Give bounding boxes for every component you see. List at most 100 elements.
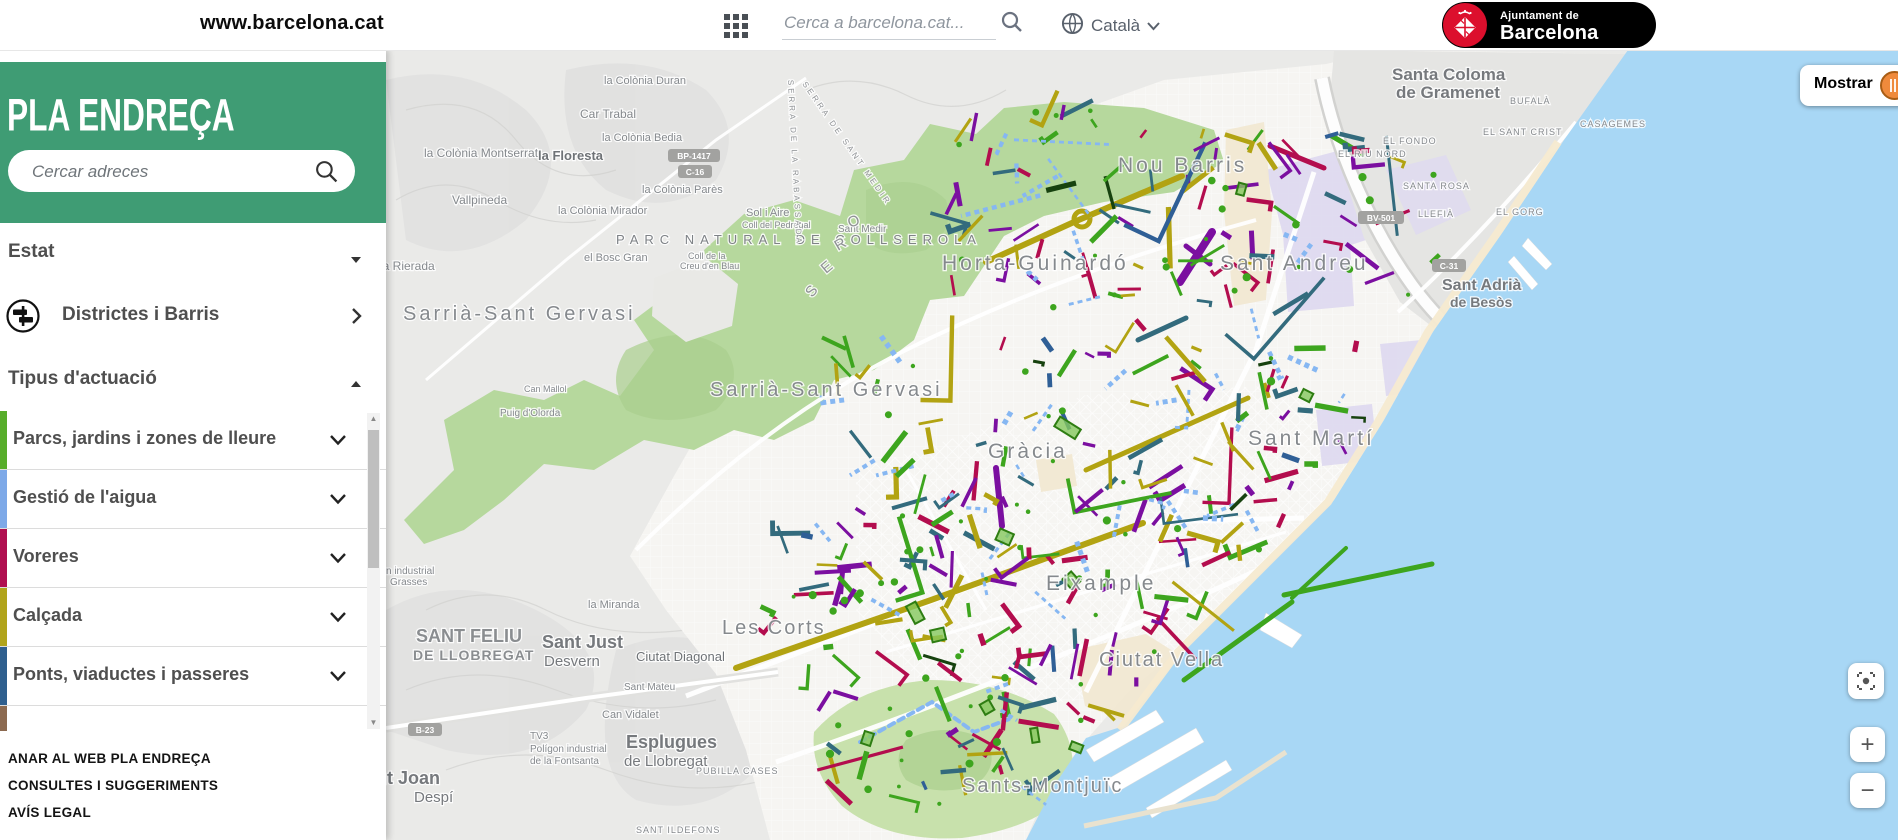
category-scrollbar[interactable]: ▲ ▼ [367,413,380,729]
map-place-label: la Colònia Duran [604,75,686,87]
map-place-label: EL FONDO [1383,136,1437,146]
map-place-label: la Colònia Bedia [602,132,683,144]
category-item[interactable]: Ponts, viaductes i passeres [0,647,386,706]
map-place-label: Les Corts [722,617,826,639]
search-icon[interactable] [314,159,339,189]
section-tipus-actuacio[interactable]: Tipus d'actuació [0,349,386,412]
basemap[interactable]: BP-1417C-16BV-501C-31B-23 Sarrià-Sant Ge… [386,50,1898,840]
map-place-label: Sant Mateu [624,682,675,693]
map-place-label: nt Joan [386,768,440,788]
caret-down-icon [350,251,362,269]
logo-line-2: Barcelona [1500,22,1599,45]
svg-text:BV-501: BV-501 [1367,213,1396,223]
road-shield: BP-1417 [668,149,720,162]
map-place-label: la Colònia Mirador [558,205,648,217]
apps-grid-icon[interactable] [724,14,750,40]
map-place-label: Despí [414,789,454,806]
section-label: Estat [8,241,54,263]
map-place-label: la Rierada [386,259,435,273]
zoom-in-button[interactable]: + [1850,727,1885,762]
map-place-label: Car Trabal [580,107,636,121]
plan-title: PLA ENDREÇA [7,90,235,142]
map-place-label: Desvern [544,653,600,670]
map-place-label: SANTA ROSA [1403,181,1470,191]
map-place-label: Grasses [390,577,427,588]
map-place-label: PUBILLA CASES [696,766,779,776]
map-place-label: Vallpineda [452,193,507,207]
category-list: Parcs, jardins i zones de lleure Gestió d… [0,411,386,731]
category-color-bar [0,470,7,528]
map-place-label: Can Vidalet [602,709,659,721]
map-place-label: EL RIU NORD [1338,149,1407,159]
map-place-label: el Bosc Gran [584,252,648,264]
sidebar-footer-link[interactable]: CONSULTES I SUGGERIMENTS [8,777,378,794]
sidebar-header: PLA ENDREÇA [0,62,386,223]
scroll-down-arrow[interactable]: ▼ [367,717,380,729]
mostrar-legend-button[interactable]: Mostrar [1800,65,1898,106]
language-selector[interactable]: Català [1061,12,1160,40]
language-label: Català [1091,16,1140,36]
category-label: Parcs, jardins i zones de lleure [13,428,276,449]
map-place-label: TV3 [530,731,549,742]
category-item[interactable]: Gestió de l'aigua [0,470,386,529]
road-shield: C-16 [678,165,712,178]
map-place-label: Esplugues [626,732,717,752]
chevron-down-icon [330,612,346,623]
map-place-label: Polígon industrial [530,744,607,755]
global-search-input[interactable] [782,7,996,40]
category-item[interactable] [0,706,386,731]
category-item[interactable]: Calçada [0,588,386,647]
map-place-label: la Floresta [538,148,604,163]
category-item[interactable]: Parcs, jardins i zones de lleure [0,411,386,470]
map-place-label: Eixample [1046,572,1156,595]
category-color-bar [0,529,7,587]
svg-text:B-23: B-23 [416,725,435,735]
category-color-bar [0,588,7,646]
sidebar-footer-link[interactable]: AVÍS LEGAL [8,804,378,821]
chevron-down-icon [330,553,346,564]
map-place-label: Can Mallol [524,384,567,394]
map-place-label: Sarrià-Sant Gervasi [710,379,943,401]
map-place-label: Ciutat Diagonal [636,649,725,664]
signpost-icon [5,298,41,339]
map-place-label: Sol i Aire [746,207,789,219]
sidebar: PLA ENDREÇA Estat Districtes i Barris [0,50,386,840]
section-districtes[interactable]: Districtes i Barris [0,283,386,350]
map-place-label: CASAGEMES [1580,119,1646,129]
category-item[interactable]: Voreres [0,529,386,588]
category-color-bar [0,706,7,731]
category-label: Gestió de l'aigua [13,487,156,508]
zoom-out-button[interactable]: − [1850,773,1885,808]
section-label: Tipus d'actuació [8,368,157,390]
pla-endreca-badge-icon [1880,71,1898,100]
sidebar-footer-link[interactable]: ANAR AL WEB PLA ENDREÇA [8,750,378,767]
map-place-label: Horta-Guinardó [942,252,1129,275]
locate-button[interactable] [1848,663,1884,699]
category-label: Calçada [13,605,82,626]
map-place-label: Sants-Montjuïc [962,775,1123,797]
map-place-label: n industrial [386,566,434,577]
svg-text:BP-1417: BP-1417 [677,151,711,161]
scrollbar-thumb[interactable] [368,430,379,568]
map-area[interactable]: BP-1417C-16BV-501C-31B-23 Sarrià-Sant Ge… [386,50,1898,840]
scroll-up-arrow[interactable]: ▲ [367,413,380,425]
section-estat[interactable]: Estat [0,225,386,284]
search-icon[interactable] [1000,10,1024,39]
map-place-label: BUFALÀ [1510,96,1551,106]
barcelona-crest-icon [1443,3,1487,47]
map-place-label: Creu d'en Blau [680,261,739,271]
chevron-down-icon [1147,16,1160,36]
ajuntament-logo[interactable]: Ajuntament de Barcelona [1442,2,1656,48]
map-place-label: SANT FELIU [416,626,522,646]
map-place-label: Sant Martí [1248,427,1375,450]
category-label: Voreres [13,546,79,567]
map-place-label: EL GORG [1496,207,1544,217]
category-color-bar [0,411,7,469]
chevron-down-icon [330,671,346,682]
map-place-label: Sarrià-Sant Gervasi [403,303,636,325]
top-bar: www.barcelona.cat Català Ajuntament de [0,0,1898,51]
address-search-input[interactable] [30,158,304,186]
svg-text:C-16: C-16 [686,167,705,177]
map-place-label: Sant Andreu [1220,252,1369,275]
map-place-label: la Colònia Montserrat [424,146,539,160]
